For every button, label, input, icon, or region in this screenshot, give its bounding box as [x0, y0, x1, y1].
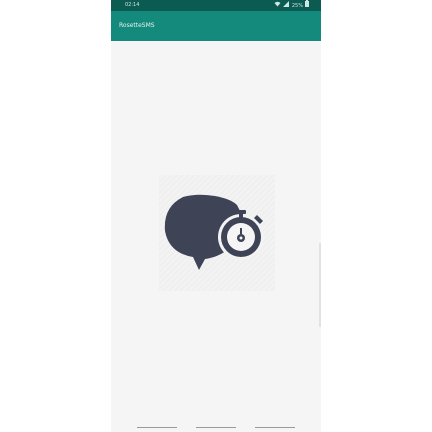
status-time: 02:14	[125, 2, 140, 8]
navigation-bar	[111, 426, 321, 432]
main-content	[111, 41, 321, 427]
app-bar: RosetteSMS	[111, 11, 321, 41]
wifi-icon	[274, 1, 281, 12]
signal-icon	[282, 0, 289, 12]
phone-screen: 02:14 25% RosetteSMS	[111, 0, 321, 432]
chat-bubble-stopwatch-icon	[164, 194, 264, 270]
recents-button[interactable]	[255, 427, 295, 428]
battery-percent: 25%	[291, 2, 303, 9]
status-bar: 02:14 25%	[111, 0, 321, 11]
back-button[interactable]	[137, 427, 177, 428]
scrollbar[interactable]	[319, 243, 321, 327]
home-button[interactable]	[196, 427, 236, 428]
app-title: RosetteSMS	[119, 22, 155, 29]
app-logo	[159, 175, 275, 291]
